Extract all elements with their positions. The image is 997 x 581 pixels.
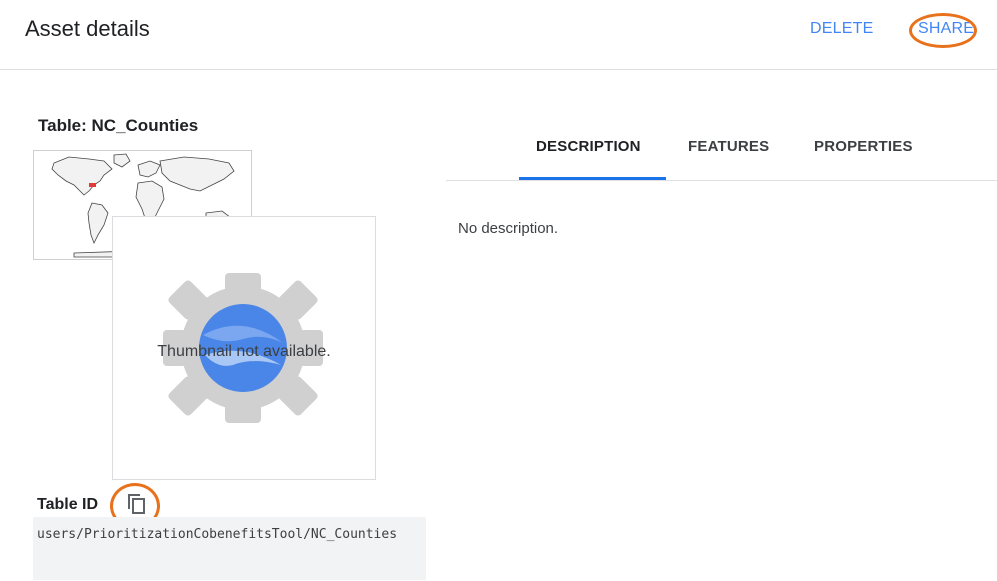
active-tab-indicator	[519, 177, 666, 180]
thumbnail-unavailable-text: Thumbnail not available.	[157, 343, 331, 360]
tab-properties[interactable]: PROPERTIES	[814, 138, 913, 155]
tab-description[interactable]: DESCRIPTION	[536, 138, 641, 155]
detail-tabs: DESCRIPTION FEATURES PROPERTIES	[446, 114, 997, 181]
nc-location-marker	[89, 183, 96, 187]
table-id-label: Table ID	[37, 496, 99, 513]
header: Asset details DELETE SHARE	[0, 0, 997, 70]
thumbnail-placeholder: Thumbnail not available.	[112, 216, 376, 480]
page-title: Asset details	[25, 16, 150, 41]
share-highlight-ring	[909, 13, 977, 48]
tab-features[interactable]: FEATURES	[688, 138, 769, 155]
description-text: No description.	[458, 220, 559, 237]
table-id-value[interactable]: users/PrioritizationCobenefitsTool/NC_Co…	[33, 517, 426, 580]
table-name-label: Table: NC_Counties	[38, 116, 199, 135]
delete-button[interactable]: DELETE	[810, 20, 873, 38]
